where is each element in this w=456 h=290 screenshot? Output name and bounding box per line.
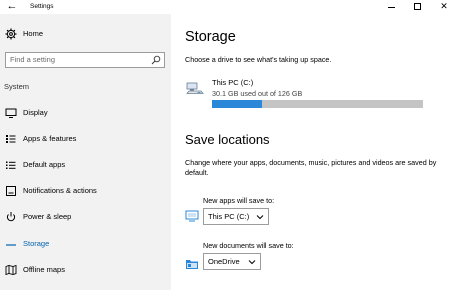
sidebar-item-home[interactable]: Home (0, 27, 171, 43)
close-icon: ✕ (440, 1, 448, 11)
sidebar-item-storage[interactable]: Storage (0, 236, 171, 252)
drive-name: This PC (C:) (212, 78, 254, 87)
storage-progress-fill (212, 100, 263, 108)
back-arrow-icon: ← (6, 0, 18, 12)
new-documents-dropdown[interactable]: OneDrive (203, 253, 261, 270)
search-icon[interactable] (151, 55, 161, 65)
sidebar-item-label: Apps & features (23, 134, 77, 143)
dropdown-value: OneDrive (208, 257, 240, 266)
search-placeholder: Find a setting (10, 55, 56, 64)
sidebar-item-label: Home (23, 29, 44, 38)
sidebar-section-label: System (4, 82, 30, 91)
new-documents-label: New documents will save to: (203, 241, 294, 250)
close-button[interactable]: ✕ (431, 0, 456, 14)
storage-icon (6, 244, 16, 246)
sidebar: Home Find a setting System Display Apps … (0, 14, 171, 290)
new-apps-dropdown[interactable]: This PC (C:) (203, 208, 269, 225)
sidebar-item-label: Offline maps (23, 265, 65, 274)
drive-item[interactable]: This PC (C:) 30.1 GB used out of 126 GB (185, 76, 425, 108)
sidebar-item-power-sleep[interactable]: Power & sleep (0, 209, 171, 225)
display-icon (5, 108, 17, 118)
title-bar: ← Settings ✕ (0, 0, 456, 14)
minimize-button[interactable] (379, 0, 405, 14)
maximize-icon (414, 3, 421, 10)
power-icon (6, 212, 16, 222)
search-input[interactable]: Find a setting (5, 52, 165, 68)
save-locations-heading: Save locations (185, 132, 270, 147)
new-documents-save-row: New documents will save to: OneDrive (185, 241, 425, 277)
hard-drive-icon (186, 82, 204, 94)
sidebar-item-label: Notifications & actions (23, 186, 97, 195)
gear-icon (5, 28, 17, 40)
documents-folder-icon (186, 260, 198, 269)
window-title: Settings (30, 3, 54, 10)
main-content: Storage Choose a drive to see what's tak… (171, 14, 456, 290)
sidebar-item-label: Power & sleep (23, 212, 72, 221)
notifications-icon (6, 186, 16, 196)
map-icon (5, 264, 17, 276)
sidebar-item-default-apps[interactable]: Default apps (0, 157, 171, 173)
chevron-down-icon (248, 260, 256, 265)
sidebar-item-offline-maps[interactable]: Offline maps (0, 262, 171, 278)
apps-list-icon (6, 135, 16, 143)
storage-progress-bar (212, 100, 423, 108)
sidebar-item-label: Default apps (23, 160, 66, 169)
new-apps-label: New apps will save to: (203, 196, 275, 205)
chevron-down-icon (256, 215, 264, 220)
drive-usage: 30.1 GB used out of 126 GB (212, 89, 303, 98)
page-title: Storage (185, 29, 236, 45)
default-apps-icon (6, 161, 16, 169)
sidebar-item-notifications[interactable]: Notifications & actions (0, 183, 171, 199)
monitor-icon (185, 210, 199, 222)
sidebar-item-apps-features[interactable]: Apps & features (0, 131, 171, 147)
back-button[interactable]: ← (4, 0, 20, 14)
save-locations-description: Change where your apps, documents, music… (185, 158, 437, 177)
maximize-button[interactable] (405, 0, 431, 14)
sidebar-item-label: Display (23, 108, 48, 117)
sidebar-item-display[interactable]: Display (0, 105, 171, 121)
page-description: Choose a drive to see what's taking up s… (185, 55, 332, 64)
sidebar-item-label: Storage (23, 239, 50, 248)
minimize-icon (388, 7, 395, 8)
dropdown-value: This PC (C:) (208, 212, 250, 221)
new-apps-save-row: New apps will save to: This PC (C:) (185, 196, 425, 232)
